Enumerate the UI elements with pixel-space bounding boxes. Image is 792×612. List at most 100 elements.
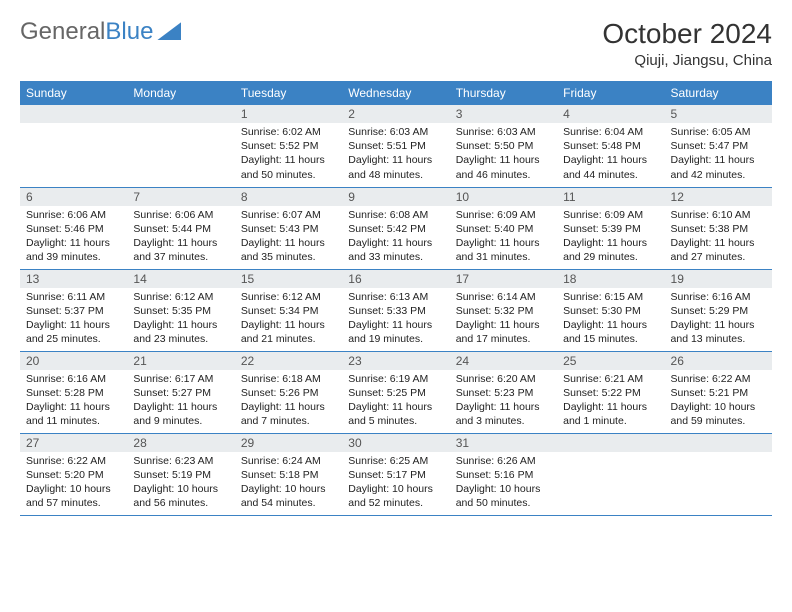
sunrise-line: Sunrise: 6:09 AM [563, 208, 658, 222]
day-data: Sunrise: 6:22 AMSunset: 5:21 PMDaylight:… [665, 370, 772, 433]
day-data: Sunrise: 6:12 AMSunset: 5:34 PMDaylight:… [235, 288, 342, 351]
calendar-grid: Sunday Monday Tuesday Wednesday Thursday… [20, 81, 772, 516]
calendar-day-cell: 27Sunrise: 6:22 AMSunset: 5:20 PMDayligh… [20, 433, 127, 515]
daylight-line: Daylight: 11 hours and 9 minutes. [133, 400, 228, 428]
day-data: Sunrise: 6:15 AMSunset: 5:30 PMDaylight:… [557, 288, 664, 351]
weekday-header: Wednesday [342, 81, 449, 105]
calendar-day-cell: 12Sunrise: 6:10 AMSunset: 5:38 PMDayligh… [665, 187, 772, 269]
weekday-header: Thursday [450, 81, 557, 105]
day-data: Sunrise: 6:24 AMSunset: 5:18 PMDaylight:… [235, 452, 342, 515]
calendar-day-cell: 10Sunrise: 6:09 AMSunset: 5:40 PMDayligh… [450, 187, 557, 269]
day-data: Sunrise: 6:16 AMSunset: 5:28 PMDaylight:… [20, 370, 127, 433]
daylight-line: Daylight: 11 hours and 39 minutes. [26, 236, 121, 264]
daylight-line: Daylight: 11 hours and 17 minutes. [456, 318, 551, 346]
calendar-day-cell: 4Sunrise: 6:04 AMSunset: 5:48 PMDaylight… [557, 105, 664, 187]
sunset-line: Sunset: 5:20 PM [26, 468, 121, 482]
day-number: 5 [665, 105, 772, 123]
day-number: 15 [235, 270, 342, 288]
sunset-line: Sunset: 5:50 PM [456, 139, 551, 153]
sunset-line: Sunset: 5:26 PM [241, 386, 336, 400]
calendar-day-cell: 6Sunrise: 6:06 AMSunset: 5:46 PMDaylight… [20, 187, 127, 269]
sunset-line: Sunset: 5:39 PM [563, 222, 658, 236]
day-number: 30 [342, 434, 449, 452]
sunset-line: Sunset: 5:51 PM [348, 139, 443, 153]
sunset-line: Sunset: 5:47 PM [671, 139, 766, 153]
calendar-day-cell [665, 433, 772, 515]
sunset-line: Sunset: 5:19 PM [133, 468, 228, 482]
sunset-line: Sunset: 5:25 PM [348, 386, 443, 400]
calendar-day-cell: 11Sunrise: 6:09 AMSunset: 5:39 PMDayligh… [557, 187, 664, 269]
day-data: Sunrise: 6:23 AMSunset: 5:19 PMDaylight:… [127, 452, 234, 515]
day-data: Sunrise: 6:07 AMSunset: 5:43 PMDaylight:… [235, 206, 342, 269]
sunrise-line: Sunrise: 6:11 AM [26, 290, 121, 304]
sunset-line: Sunset: 5:16 PM [456, 468, 551, 482]
day-number: 8 [235, 188, 342, 206]
sunset-line: Sunset: 5:46 PM [26, 222, 121, 236]
day-number: 13 [20, 270, 127, 288]
day-data: Sunrise: 6:21 AMSunset: 5:22 PMDaylight:… [557, 370, 664, 433]
day-number: 9 [342, 188, 449, 206]
day-number: 23 [342, 352, 449, 370]
month-title: October 2024 [602, 18, 772, 50]
sunset-line: Sunset: 5:18 PM [241, 468, 336, 482]
sunset-line: Sunset: 5:44 PM [133, 222, 228, 236]
title-block: October 2024 Qiuji, Jiangsu, China [602, 18, 772, 69]
day-number: 1 [235, 105, 342, 123]
day-data: Sunrise: 6:16 AMSunset: 5:29 PMDaylight:… [665, 288, 772, 351]
day-data: Sunrise: 6:25 AMSunset: 5:17 PMDaylight:… [342, 452, 449, 515]
weekday-header-row: Sunday Monday Tuesday Wednesday Thursday… [20, 81, 772, 105]
calendar-day-cell [557, 433, 664, 515]
day-data: Sunrise: 6:20 AMSunset: 5:23 PMDaylight:… [450, 370, 557, 433]
daylight-line: Daylight: 10 hours and 52 minutes. [348, 482, 443, 510]
day-number: 10 [450, 188, 557, 206]
calendar-day-cell: 18Sunrise: 6:15 AMSunset: 5:30 PMDayligh… [557, 269, 664, 351]
day-number: 31 [450, 434, 557, 452]
calendar-day-cell: 28Sunrise: 6:23 AMSunset: 5:19 PMDayligh… [127, 433, 234, 515]
day-number: 29 [235, 434, 342, 452]
day-number: 28 [127, 434, 234, 452]
daylight-line: Daylight: 10 hours and 54 minutes. [241, 482, 336, 510]
daylight-line: Daylight: 10 hours and 56 minutes. [133, 482, 228, 510]
sunset-line: Sunset: 5:40 PM [456, 222, 551, 236]
day-data: Sunrise: 6:05 AMSunset: 5:47 PMDaylight:… [665, 123, 772, 186]
day-data: Sunrise: 6:06 AMSunset: 5:44 PMDaylight:… [127, 206, 234, 269]
day-data: Sunrise: 6:18 AMSunset: 5:26 PMDaylight:… [235, 370, 342, 433]
sunset-line: Sunset: 5:33 PM [348, 304, 443, 318]
calendar-week-row: 6Sunrise: 6:06 AMSunset: 5:46 PMDaylight… [20, 187, 772, 269]
calendar-day-cell: 1Sunrise: 6:02 AMSunset: 5:52 PMDaylight… [235, 105, 342, 187]
sunrise-line: Sunrise: 6:05 AM [671, 125, 766, 139]
sunset-line: Sunset: 5:23 PM [456, 386, 551, 400]
sunset-line: Sunset: 5:48 PM [563, 139, 658, 153]
daylight-line: Daylight: 11 hours and 19 minutes. [348, 318, 443, 346]
empty-day-header [557, 434, 664, 452]
daylight-line: Daylight: 11 hours and 7 minutes. [241, 400, 336, 428]
calendar-day-cell: 13Sunrise: 6:11 AMSunset: 5:37 PMDayligh… [20, 269, 127, 351]
day-number: 16 [342, 270, 449, 288]
sunrise-line: Sunrise: 6:15 AM [563, 290, 658, 304]
calendar-day-cell: 25Sunrise: 6:21 AMSunset: 5:22 PMDayligh… [557, 351, 664, 433]
day-number: 6 [20, 188, 127, 206]
calendar-day-cell: 9Sunrise: 6:08 AMSunset: 5:42 PMDaylight… [342, 187, 449, 269]
sunrise-line: Sunrise: 6:25 AM [348, 454, 443, 468]
sunset-line: Sunset: 5:34 PM [241, 304, 336, 318]
day-number: 19 [665, 270, 772, 288]
brand-part1: General [20, 18, 105, 45]
calendar-day-cell: 2Sunrise: 6:03 AMSunset: 5:51 PMDaylight… [342, 105, 449, 187]
day-data: Sunrise: 6:19 AMSunset: 5:25 PMDaylight:… [342, 370, 449, 433]
day-number: 7 [127, 188, 234, 206]
calendar-week-row: 27Sunrise: 6:22 AMSunset: 5:20 PMDayligh… [20, 433, 772, 515]
day-data: Sunrise: 6:13 AMSunset: 5:33 PMDaylight:… [342, 288, 449, 351]
calendar-day-cell: 23Sunrise: 6:19 AMSunset: 5:25 PMDayligh… [342, 351, 449, 433]
sunrise-line: Sunrise: 6:03 AM [348, 125, 443, 139]
sunset-line: Sunset: 5:35 PM [133, 304, 228, 318]
daylight-line: Daylight: 11 hours and 1 minute. [563, 400, 658, 428]
day-data: Sunrise: 6:11 AMSunset: 5:37 PMDaylight:… [20, 288, 127, 351]
sunrise-line: Sunrise: 6:24 AM [241, 454, 336, 468]
day-number: 24 [450, 352, 557, 370]
day-number: 3 [450, 105, 557, 123]
weekday-header: Friday [557, 81, 664, 105]
calendar-day-cell: 19Sunrise: 6:16 AMSunset: 5:29 PMDayligh… [665, 269, 772, 351]
sunrise-line: Sunrise: 6:12 AM [133, 290, 228, 304]
calendar-day-cell: 29Sunrise: 6:24 AMSunset: 5:18 PMDayligh… [235, 433, 342, 515]
day-data: Sunrise: 6:03 AMSunset: 5:51 PMDaylight:… [342, 123, 449, 186]
